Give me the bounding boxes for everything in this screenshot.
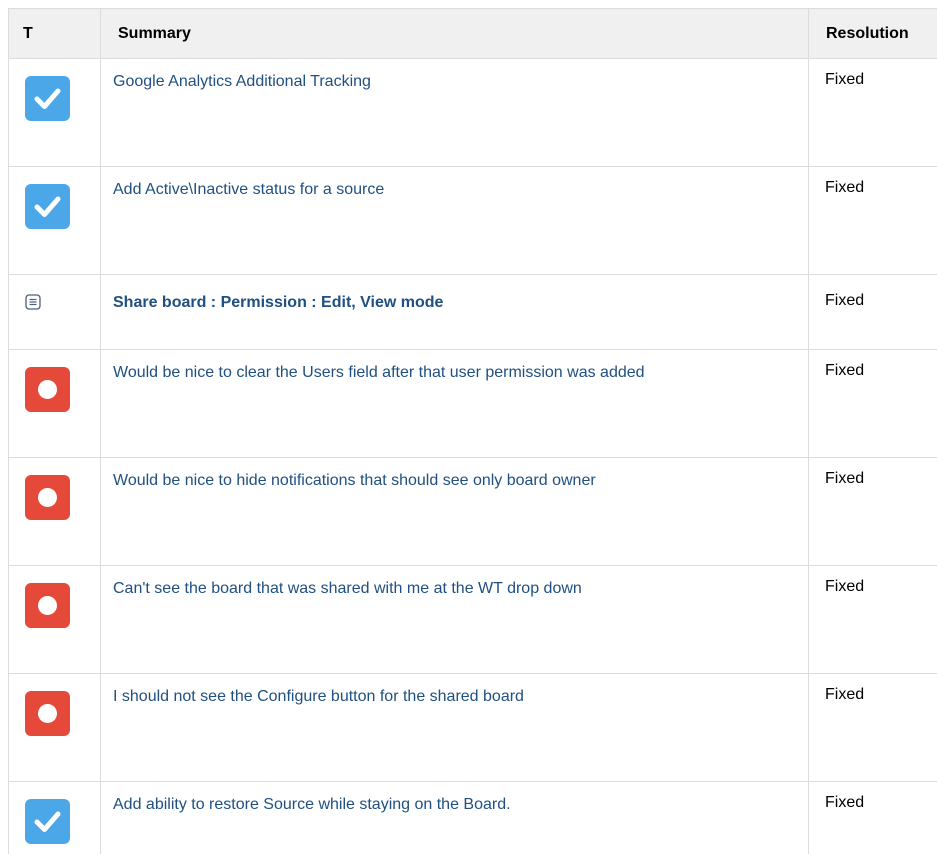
issue-type-cell: [9, 782, 101, 854]
resolution-cell: Fixed: [809, 167, 937, 275]
table-row: Can't see the board that was shared with…: [9, 566, 937, 674]
table-row: Add ability to restore Source while stay…: [9, 782, 937, 854]
story-check-icon[interactable]: [25, 799, 70, 844]
table-row: Would be nice to clear the Users field a…: [9, 350, 937, 458]
issue-summary-link[interactable]: Would be nice to hide notifications that…: [113, 470, 792, 491]
table-row: Google Analytics Additional Tracking Fix…: [9, 59, 937, 167]
column-header-summary[interactable]: Summary: [101, 9, 809, 59]
issue-summary-link[interactable]: Share board : Permission : Edit, View mo…: [113, 292, 792, 313]
resolution-cell: Fixed: [809, 458, 937, 566]
table-row: Would be nice to hide notifications that…: [9, 458, 937, 566]
issue-type-cell: [9, 350, 101, 458]
column-header-type[interactable]: T: [9, 9, 101, 59]
summary-cell: Add Active\Inactive status for a source: [101, 167, 809, 275]
summary-cell: I should not see the Configure button fo…: [101, 674, 809, 782]
summary-cell: Would be nice to clear the Users field a…: [101, 350, 809, 458]
issue-summary-link[interactable]: Would be nice to clear the Users field a…: [113, 362, 792, 383]
issue-type-cell: [9, 458, 101, 566]
issues-table-container: T Summary Resolution Google Analytics Ad…: [8, 8, 937, 854]
resolution-cell: Fixed: [809, 566, 937, 674]
bug-icon[interactable]: [25, 691, 70, 736]
resolution-cell: Fixed: [809, 275, 937, 350]
document-icon[interactable]: [25, 294, 41, 310]
issue-summary-link[interactable]: Add Active\Inactive status for a source: [113, 179, 792, 200]
summary-cell: Can't see the board that was shared with…: [101, 566, 809, 674]
bug-icon[interactable]: [25, 583, 70, 628]
resolution-cell: Fixed: [809, 350, 937, 458]
issue-summary-link[interactable]: Can't see the board that was shared with…: [113, 578, 792, 599]
issue-summary-link[interactable]: Add ability to restore Source while stay…: [113, 794, 792, 815]
summary-cell: Share board : Permission : Edit, View mo…: [101, 275, 809, 350]
summary-cell: Add ability to restore Source while stay…: [101, 782, 809, 854]
issue-summary-link[interactable]: I should not see the Configure button fo…: [113, 686, 792, 707]
summary-cell: Google Analytics Additional Tracking: [101, 59, 809, 167]
issues-table: T Summary Resolution Google Analytics Ad…: [8, 8, 937, 854]
issue-type-cell: [9, 167, 101, 275]
table-row: I should not see the Configure button fo…: [9, 674, 937, 782]
issue-type-cell: [9, 566, 101, 674]
summary-cell: Would be nice to hide notifications that…: [101, 458, 809, 566]
issue-type-cell: [9, 674, 101, 782]
issue-type-cell: [9, 275, 101, 350]
table-row: Add Active\Inactive status for a source …: [9, 167, 937, 275]
table-header-row: T Summary Resolution: [9, 9, 937, 59]
story-check-icon[interactable]: [25, 76, 70, 121]
resolution-cell: Fixed: [809, 59, 937, 167]
issue-summary-link[interactable]: Google Analytics Additional Tracking: [113, 71, 792, 92]
bug-icon[interactable]: [25, 367, 70, 412]
bug-icon[interactable]: [25, 475, 70, 520]
resolution-cell: Fixed: [809, 782, 937, 854]
table-row: Share board : Permission : Edit, View mo…: [9, 275, 937, 350]
column-header-resolution[interactable]: Resolution: [809, 9, 937, 59]
story-check-icon[interactable]: [25, 184, 70, 229]
issue-type-cell: [9, 59, 101, 167]
resolution-cell: Fixed: [809, 674, 937, 782]
